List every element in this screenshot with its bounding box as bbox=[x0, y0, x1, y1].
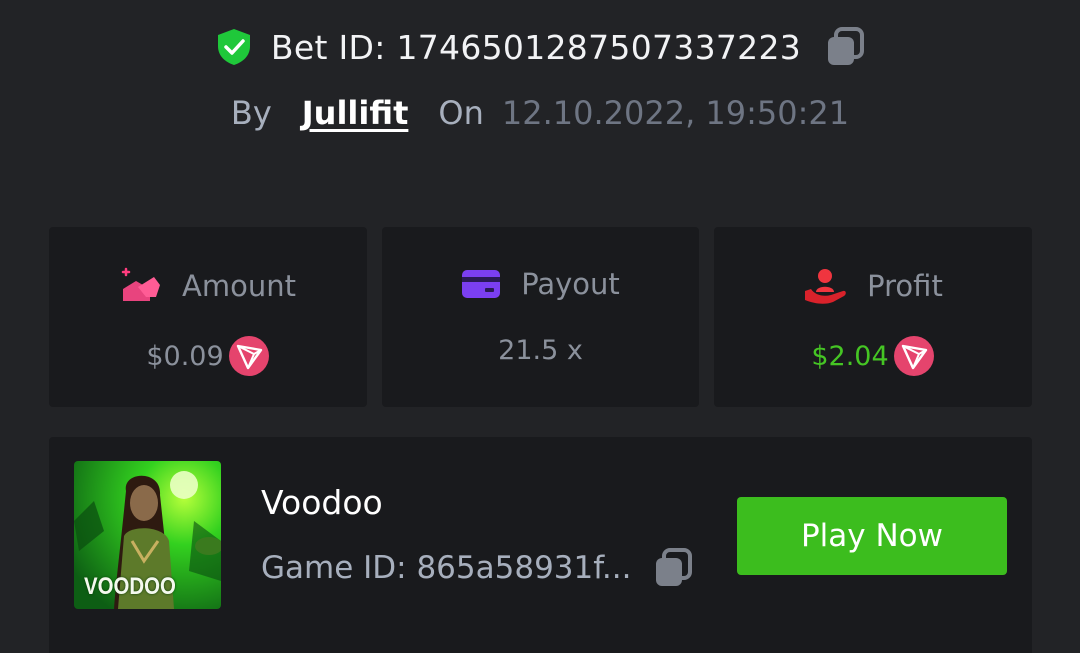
payout-value-row: 21.5 x bbox=[382, 335, 699, 366]
game-id-row: Game ID: 865a58931f... bbox=[261, 547, 693, 589]
amount-icon bbox=[121, 267, 161, 301]
tron-icon bbox=[228, 336, 269, 376]
bet-details-page: Bet ID: 1746501287507337223 By Jullifit … bbox=[0, 0, 1080, 653]
amount-value-row: $0.09 bbox=[49, 335, 367, 377]
game-panel: VOODOO Voodoo Game ID: 865a58931f... Pla… bbox=[49, 437, 1032, 653]
payout-label: Payout bbox=[521, 267, 620, 301]
profit-header: Profit bbox=[714, 267, 1032, 305]
profit-card: Profit $2.04 bbox=[714, 227, 1032, 407]
copy-bet-id-icon[interactable] bbox=[825, 26, 865, 68]
on-label: On bbox=[438, 94, 484, 132]
amount-value: $0.09 bbox=[146, 340, 224, 372]
verified-shield-icon bbox=[217, 29, 250, 65]
bet-datetime: 12.10.2022, 19:50:21 bbox=[501, 94, 850, 132]
username-link[interactable]: Jullifit bbox=[302, 94, 409, 132]
payout-value: 21.5 x bbox=[498, 335, 583, 366]
amount-card: Amount $0.09 bbox=[49, 227, 367, 407]
bet-id: Bet ID: 1746501287507337223 bbox=[270, 27, 802, 67]
profit-value: $2.04 bbox=[811, 340, 889, 372]
game-id: Game ID: 865a58931f... bbox=[261, 550, 632, 586]
by-label: By bbox=[230, 94, 272, 132]
tron-icon bbox=[893, 336, 934, 376]
copy-game-id-icon[interactable] bbox=[653, 547, 693, 589]
profit-value-row: $2.04 bbox=[714, 335, 1032, 377]
bet-id-row: Bet ID: 1746501287507337223 bbox=[0, 26, 1080, 68]
payout-card: Payout 21.5 x bbox=[382, 227, 699, 407]
bet-meta-row: By Jullifit On 12.10.2022, 19:50:21 bbox=[0, 94, 1080, 132]
payout-header: Payout bbox=[382, 267, 699, 301]
amount-header: Amount bbox=[49, 267, 367, 305]
card-icon bbox=[462, 270, 501, 298]
profit-label: Profit bbox=[867, 269, 943, 303]
game-thumbnail[interactable]: VOODOO bbox=[74, 461, 221, 609]
game-name: Voodoo bbox=[261, 483, 383, 522]
hand-user-icon bbox=[805, 269, 846, 304]
play-now-button[interactable]: Play Now bbox=[737, 497, 1007, 575]
game-thumbnail-title: VOODOO bbox=[84, 573, 176, 600]
amount-label: Amount bbox=[182, 269, 296, 303]
